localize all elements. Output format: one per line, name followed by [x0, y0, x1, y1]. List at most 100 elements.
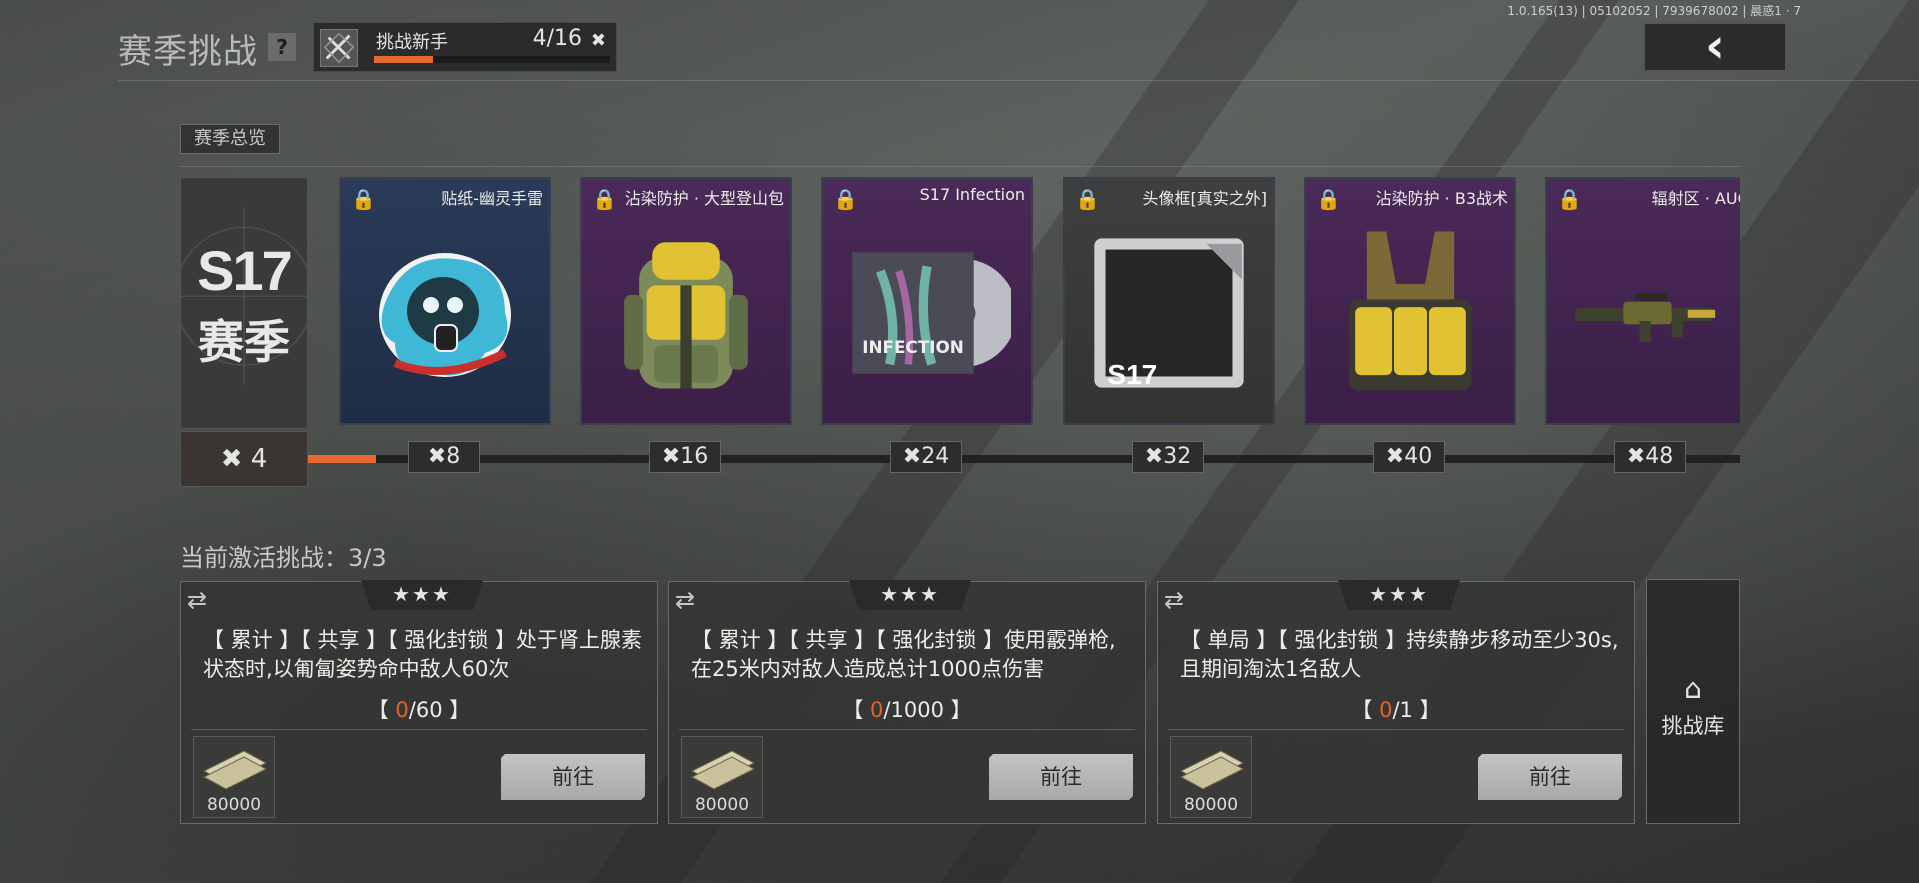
tier-value: 40 [1404, 444, 1433, 469]
divider [118, 80, 1919, 81]
tier-marker: ✖32 [1132, 441, 1204, 473]
challenge-description: 【 单局 】【 强化封锁 】持续静步移动至少30s,且期间淘汰1名敌人 [1180, 628, 1619, 681]
reward-item[interactable]: 80000 [193, 736, 275, 818]
avatar-frame-icon: S17 [1094, 238, 1244, 390]
reward-amount: 80000 [1183, 795, 1239, 815]
divider [180, 166, 1740, 167]
reward-name: 沾染防护 · 大型登山包 [624, 189, 784, 208]
challenge-description: 【 累计 】【 共享 】【 强化封锁 】处于肾上腺素状态时,以匍匐姿势命中敌人6… [203, 628, 643, 681]
rank-progress-fill [374, 56, 433, 63]
reward-image: INFECTION [843, 223, 1011, 403]
back-button[interactable]: ‹ [1643, 22, 1787, 72]
cash-bundle-icon [1179, 750, 1245, 790]
reward-image [1567, 223, 1720, 403]
frame-text: S17 [1107, 359, 1157, 390]
home-icon: ⌂ [1684, 672, 1702, 705]
cash-bundle-icon [690, 750, 756, 790]
tactical-vest-icon [1348, 231, 1472, 391]
challenge-progress: 【 0/1 】 [1158, 694, 1634, 724]
challenge-star-icon: ✖ [902, 444, 922, 469]
challenge-library-label: 挑战库 [1661, 714, 1725, 738]
tier-marker: ✖48 [1614, 441, 1686, 473]
back-arrow-icon: ‹ [1705, 18, 1725, 74]
lock-icon: 🔒 [1557, 187, 1582, 211]
go-button[interactable]: 前往 [1478, 754, 1622, 800]
rank-progress-panel[interactable]: 挑战新手 4/16 ✖ [313, 22, 617, 72]
challenge-star-icon: ✖ [220, 444, 251, 474]
challenge-progress: 【 0/1000 】 [669, 694, 1145, 724]
reward-card-frame[interactable]: 🔒 头像框[真实之外] S17 [1063, 177, 1275, 425]
swap-icon[interactable]: ⇄ [187, 586, 207, 614]
rank-progress-bar [374, 56, 610, 63]
tier-value: 8 [446, 444, 461, 469]
reward-item[interactable]: 80000 [1170, 736, 1252, 818]
rifle-icon [1575, 293, 1716, 342]
reward-name: 头像框[真实之外] [1142, 189, 1268, 208]
bracket: 【 [367, 698, 396, 722]
reward-image [602, 223, 770, 403]
bracket: 】 [1412, 698, 1441, 722]
reward-amount: 80000 [694, 795, 750, 815]
bracket: 】 [442, 698, 471, 722]
bracket: 】 [943, 698, 972, 722]
challenge-star-icon: ✖ [1144, 444, 1164, 469]
reward-item[interactable]: 80000 [681, 736, 763, 818]
difficulty-stars: ★★★ [361, 580, 483, 610]
challenge-progress: 【 0/60 】 [181, 694, 657, 724]
progress-current: 0 [395, 698, 409, 722]
tier-marker: ✖8 [408, 441, 480, 473]
progress-current: 0 [870, 698, 884, 722]
reward-image: S17 [1085, 223, 1253, 403]
tier-track-fill [308, 455, 376, 463]
divider [191, 729, 647, 730]
challenge-star-icon: ✖ [661, 444, 681, 469]
difficulty-stars: ★★★ [849, 580, 971, 610]
reward-amount: 80000 [206, 795, 262, 815]
divider [679, 729, 1135, 730]
difficulty-stars: ★★★ [1338, 580, 1460, 610]
reward-card-weapon[interactable]: 🔒 辐射区 · AUG [1545, 177, 1740, 425]
challenge-card: ⇄ ★★★ 【 累计 】【 共享 】【 强化封锁 】处于肾上腺素状态时,以匍匐姿… [180, 580, 658, 824]
tier-marker: ✖16 [649, 441, 721, 473]
reward-card-backpack[interactable]: 🔒 沾染防护 · 大型登山包 [580, 177, 792, 425]
tier-value: 16 [680, 444, 709, 469]
challenge-library-button[interactable]: ⌂ 挑战库 [1646, 579, 1740, 824]
progress-total: /1000 [883, 698, 944, 722]
swap-icon[interactable]: ⇄ [1164, 586, 1184, 614]
reward-card-music[interactable]: 🔒 S17 Infection INFECTION [821, 177, 1033, 425]
current-tier-marker: ✖ 4 [180, 431, 308, 487]
current-tier-value: 4 [250, 444, 268, 474]
help-button[interactable]: ? [268, 33, 296, 61]
bracket: 【 [842, 698, 871, 722]
lock-icon: 🔒 [1316, 187, 1341, 211]
tier-value: 32 [1163, 444, 1192, 469]
lock-icon: 🔒 [351, 187, 376, 211]
ghost-grenade-sticker-icon [379, 253, 511, 377]
reward-card-vest[interactable]: 🔒 沾染防护 · B3战术 [1304, 177, 1516, 425]
active-challenges-label: 当前激活挑战：3/3 [180, 544, 387, 572]
reward-name: 辐射区 · AUG [1651, 189, 1740, 208]
challenge-card: ⇄ ★★★ 【 累计 】【 共享 】【 强化封锁 】使用霰弹枪,在25米内对敌人… [668, 580, 1146, 824]
challenge-star-icon: ✖ [590, 30, 606, 51]
tab-season-overview[interactable]: 赛季总览 [180, 124, 280, 154]
tier-value: 24 [921, 444, 950, 469]
season-badge: S17 赛季 [180, 177, 308, 429]
tier-track [308, 455, 1740, 463]
lock-icon: 🔒 [592, 187, 617, 211]
bracket: 【 [1351, 698, 1380, 722]
challenge-star-icon: ✖ [1626, 444, 1646, 469]
tier-marker: ✖40 [1373, 441, 1445, 473]
challenge-star-icon: ✖ [427, 444, 447, 469]
page-title: 赛季挑战 [118, 32, 258, 72]
go-button[interactable]: 前往 [989, 754, 1133, 800]
lock-icon: 🔒 [1075, 187, 1100, 211]
reward-image [1326, 223, 1494, 403]
progress-total: /1 [1392, 698, 1413, 722]
reward-card-sticker[interactable]: 🔒 贴纸-幽灵手雷 [339, 177, 551, 425]
swap-icon[interactable]: ⇄ [675, 586, 695, 614]
reward-name: 沾染防护 · B3战术 [1375, 189, 1508, 208]
go-button[interactable]: 前往 [501, 754, 645, 800]
rank-count: 4/16 [532, 26, 582, 51]
rank-name: 挑战新手 [376, 32, 448, 53]
progress-current: 0 [1379, 698, 1393, 722]
